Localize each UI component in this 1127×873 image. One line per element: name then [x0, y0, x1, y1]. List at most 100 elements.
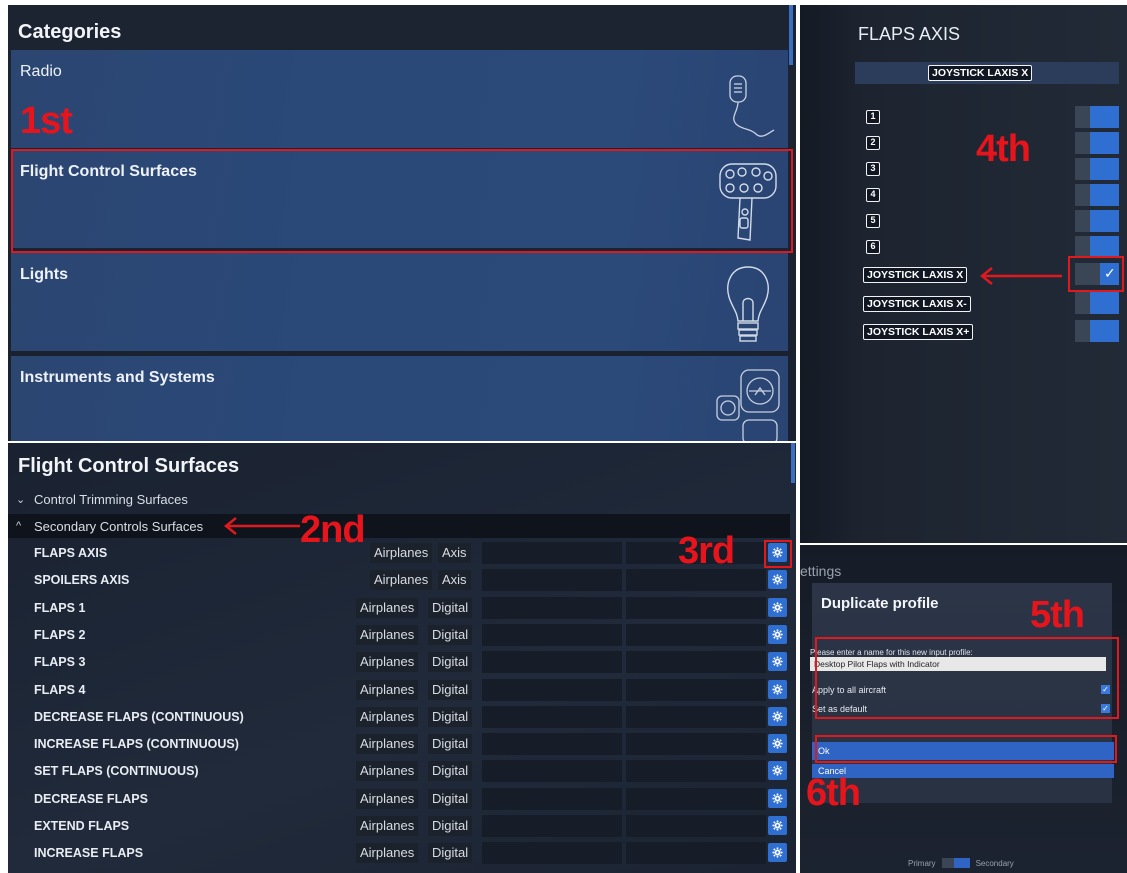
toggle-knob [1075, 106, 1090, 128]
primary-binding-slot[interactable] [482, 596, 622, 619]
secondary-binding-slot[interactable] [626, 787, 766, 810]
primary-binding-slot[interactable] [482, 651, 622, 674]
input-type-tag: Digital [428, 652, 473, 673]
primary-binding-slot[interactable] [482, 787, 622, 810]
gear-icon[interactable] [768, 679, 787, 699]
primary-binding-slot[interactable] [482, 623, 622, 646]
table-row[interactable]: SET FLAPS (CONTINUOUS) Airplanes Digital [8, 759, 790, 783]
primary-binding-slot[interactable] [482, 542, 622, 564]
input-type-tag: Digital [428, 624, 473, 645]
secondary-binding-slot[interactable] [626, 678, 766, 701]
toggle-knob [1075, 158, 1090, 180]
annotation-4th: 4th [976, 128, 1031, 170]
table-row[interactable]: EXTEND FLAPS Airplanes Digital [8, 814, 790, 838]
gear-icon[interactable] [768, 624, 787, 644]
axis-toggle[interactable] [1075, 236, 1119, 258]
input-type-tag: Digital [428, 597, 473, 618]
gear-icon[interactable] [768, 597, 787, 617]
primary-binding-slot[interactable] [482, 733, 622, 756]
annotation-box-ok [815, 735, 1117, 763]
binding-name: INCREASE FLAPS [34, 846, 144, 861]
binding-name: FLAPS AXIS [34, 546, 108, 560]
table-row[interactable]: FLAPS AXIS Airplanes Axis [8, 541, 790, 565]
secondary-binding-slot[interactable] [626, 733, 766, 756]
categories-scrollbar[interactable] [789, 5, 793, 65]
fcs-scrollbar[interactable] [791, 443, 795, 483]
lightbulb-icon [727, 266, 769, 342]
primary-binding-slot[interactable] [482, 569, 622, 592]
category-label: Radio [20, 63, 62, 80]
gear-icon[interactable] [768, 761, 787, 781]
category-instruments-and-systems[interactable]: Instruments and Systems [11, 356, 788, 441]
secondary-binding-slot[interactable] [626, 815, 766, 837]
axis-toggle[interactable] [1075, 210, 1119, 232]
table-row[interactable]: SPOILERS AXIS Airplanes Axis [8, 568, 790, 592]
toggle-knob [1075, 292, 1090, 314]
axis-key-label: JOYSTICK LAXIS X- [863, 296, 971, 312]
table-row[interactable]: INCREASE FLAPS Airplanes Digital [8, 841, 790, 865]
aircraft-tag: Airplanes [356, 679, 419, 700]
annotation-box-toggle [1068, 256, 1124, 292]
aircraft-tag: Airplanes [370, 543, 433, 563]
gear-icon[interactable] [768, 788, 787, 808]
table-row[interactable]: DECREASE FLAPS Airplanes Digital [8, 787, 790, 811]
current-binding-key: JOYSTICK LAXIS X [928, 65, 1033, 81]
secondary-binding-slot[interactable] [626, 596, 766, 619]
axis-key-label: JOYSTICK LAXIS X+ [863, 324, 974, 340]
input-type-tag: Digital [428, 734, 473, 755]
table-row[interactable]: FLAPS 2 Airplanes Digital [8, 623, 790, 647]
table-row[interactable]: FLAPS 4 Airplanes Digital [8, 678, 790, 702]
gear-icon[interactable] [768, 816, 787, 835]
toggle-switch[interactable] [941, 858, 970, 868]
primary-binding-slot[interactable] [482, 760, 622, 783]
annotation-box-gear [764, 540, 792, 568]
gear-icon[interactable] [768, 843, 787, 863]
input-type-tag: Digital [428, 788, 473, 809]
secondary-binding-slot[interactable] [626, 623, 766, 646]
secondary-binding-slot[interactable] [626, 760, 766, 783]
instruments-icon [716, 369, 780, 441]
group-secondary-controls-surfaces[interactable]: ^ Secondary Controls Surfaces [8, 514, 790, 538]
primary-binding-slot[interactable] [482, 842, 622, 865]
secondary-label: Secondary [975, 858, 1014, 868]
primary-binding-slot[interactable] [482, 815, 622, 837]
annotation-arrow-icon [223, 517, 300, 535]
secondary-binding-slot[interactable] [626, 705, 766, 728]
axis-panel-title: FLAPS AXIS [858, 24, 961, 44]
binding-name: SET FLAPS (CONTINUOUS) [34, 764, 199, 779]
aircraft-tag: Airplanes [356, 706, 419, 727]
aircraft-tag: Airplanes [356, 597, 419, 618]
table-row[interactable]: DECREASE FLAPS (CONTINUOUS) Airplanes Digi… [8, 705, 790, 729]
group-control-trimming-surfaces[interactable]: ⌄ Control Trimming Surfaces [16, 487, 188, 511]
gear-icon[interactable] [768, 734, 787, 754]
primary-binding-slot[interactable] [482, 678, 622, 701]
axis-toggle[interactable] [1075, 158, 1119, 180]
category-radio[interactable]: Radio [11, 50, 788, 148]
table-row[interactable]: INCREASE FLAPS (CONTINUOUS) Airplanes Digi… [8, 732, 790, 756]
binding-name: EXTEND FLAPS [34, 819, 130, 833]
axis-key-label: 5 [866, 214, 880, 228]
axis-toggle[interactable] [1075, 292, 1119, 314]
category-lights[interactable]: Lights [11, 253, 788, 351]
primary-secondary-toggle[interactable]: Primary Secondary [908, 858, 1014, 868]
aircraft-tag: Airplanes [370, 570, 433, 591]
primary-binding-slot[interactable] [482, 705, 622, 728]
primary-label: Primary [908, 858, 936, 868]
axis-toggle[interactable] [1075, 320, 1119, 342]
annotation-5th: 5th [1030, 594, 1085, 636]
secondary-binding-slot[interactable] [626, 651, 766, 674]
table-row[interactable]: FLAPS 1 Airplanes Digital [8, 596, 790, 620]
input-type-tag: Digital [428, 679, 473, 700]
aircraft-tag: Airplanes [356, 843, 419, 864]
axis-toggle[interactable] [1075, 132, 1119, 154]
gear-icon[interactable] [768, 570, 787, 590]
gear-icon[interactable] [768, 706, 787, 726]
secondary-binding-slot[interactable] [626, 842, 766, 865]
table-row[interactable]: FLAPS 3 Airplanes Digital [8, 650, 790, 674]
axis-toggle[interactable] [1075, 106, 1119, 128]
toggle-knob [1075, 210, 1090, 232]
aircraft-tag: Airplanes [356, 761, 419, 782]
gear-icon[interactable] [768, 652, 787, 672]
axis-toggle[interactable] [1075, 184, 1119, 206]
microphone-icon [729, 75, 775, 137]
